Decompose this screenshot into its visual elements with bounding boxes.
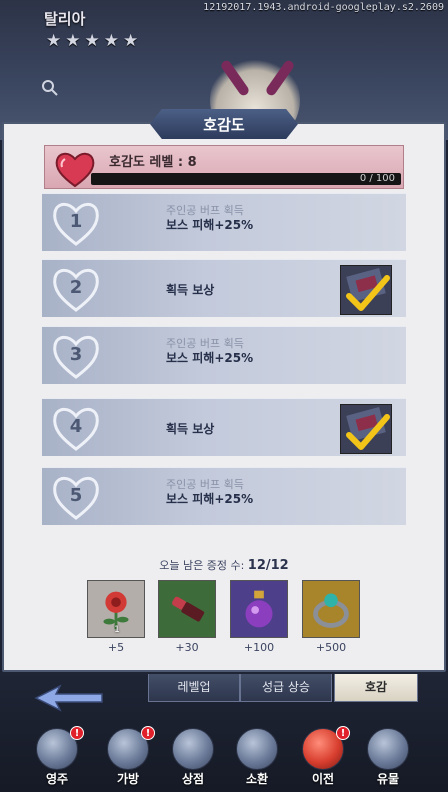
nav-label: 영주 [45,772,69,786]
nav-bag[interactable]: ! 가방 [99,726,157,792]
affection-row-4: 4 획득 보상 [42,398,406,456]
checkmark-icon [346,407,390,450]
gem-ring-icon [313,593,349,628]
star-icon: ★ [84,31,100,51]
remaining-gifts-label: 오늘 남은 증정 수: [159,559,245,572]
back-arrow-icon[interactable] [34,683,104,713]
row-buff-effect: 보스 피해+25% [166,492,254,506]
panel-title: 호감도 [150,109,298,139]
nav-label: 가방 [116,772,140,786]
row-buff-effect: 보스 피해+25% [166,351,254,365]
remaining-gifts: 오늘 남은 증정 수: 12/12 [0,557,448,573]
star-icon: ★ [65,31,81,51]
row-reward-label: 획득 보상 [166,283,215,297]
alert-badge: ! [141,726,155,740]
lipstick-icon [172,596,205,622]
nav-label: 이전 [311,772,335,786]
tab-star-up[interactable]: 성급 상승 [240,674,332,702]
row-number: 4 [69,416,83,437]
character-name: 탈리아 [44,10,86,28]
star-icon: ★ [46,31,62,51]
nav-label: 상점 [181,772,205,786]
tab-levelup[interactable]: 레벨업 [148,674,240,702]
shop-icon [172,728,214,770]
row-reward-label: 획득 보상 [166,422,215,436]
tab-affection[interactable]: 호감 [334,674,418,702]
reward-claimed-box[interactable] [340,265,392,315]
star-icon: ★ [123,31,139,51]
affection-row-1: 1 주인공 버프 획득 보스 피해+25% [42,193,406,251]
remaining-gifts-count: 12/12 [247,558,289,573]
alert-badge: ! [70,726,84,740]
nav-relic[interactable]: 유물 [359,726,417,792]
nav-shop[interactable]: 상점 [164,726,222,792]
gift-price: +100 [243,641,275,654]
gift-slot-ring[interactable] [302,580,360,638]
nav-label: 유물 [376,772,400,786]
affection-row-2: 2 획득 보상 [42,259,406,317]
affection-level-label: 호감도 레벨 : 8 [109,155,197,170]
star-icon: ★ [103,31,119,51]
checkmark-icon [346,268,390,311]
row-number: 1 [69,211,83,232]
gift-slot-perfume[interactable] [230,580,288,638]
affection-progress-bar [91,173,401,185]
search-icon[interactable] [40,78,60,98]
affection-row-5: 5 주인공 버프 획득 보스 피해+25% [42,467,406,525]
nav-lord[interactable]: ! 영주 [28,726,86,792]
perfume-bottle-icon [245,590,273,628]
row-buff-effect: 보스 피해+25% [166,218,254,232]
reward-claimed-box[interactable] [340,404,392,454]
gift-slot-lipstick[interactable] [158,580,216,638]
gift-price: +30 [175,641,199,654]
row-number: 3 [69,344,83,365]
gift-price: +5 [107,641,125,654]
row-number: 2 [69,277,83,298]
relic-watch-icon [367,728,409,770]
summon-orb-icon [236,728,278,770]
gift-count: 1 [114,625,120,635]
nav-summon[interactable]: 소환 [228,726,286,792]
affection-row-3: 3 주인공 버프 획득 보스 피해+25% [42,326,406,384]
row-number: 5 [69,485,83,506]
gift-price: +500 [315,641,347,654]
nav-label: 소환 [245,772,269,786]
nav-return[interactable]: ! 이전 [294,726,352,792]
affection-level-bar: 호감도 레벨 : 8 0 / 100 [44,145,404,189]
gift-slot-flower[interactable]: 1 [87,580,145,638]
affection-progress-text: 0 / 100 [359,173,395,184]
version-string: 12192017.1943.android-googleplay.s2.2609 [203,2,444,13]
star-rating: ★ ★ ★ ★ ★ [46,33,138,50]
alert-badge: ! [336,726,350,740]
